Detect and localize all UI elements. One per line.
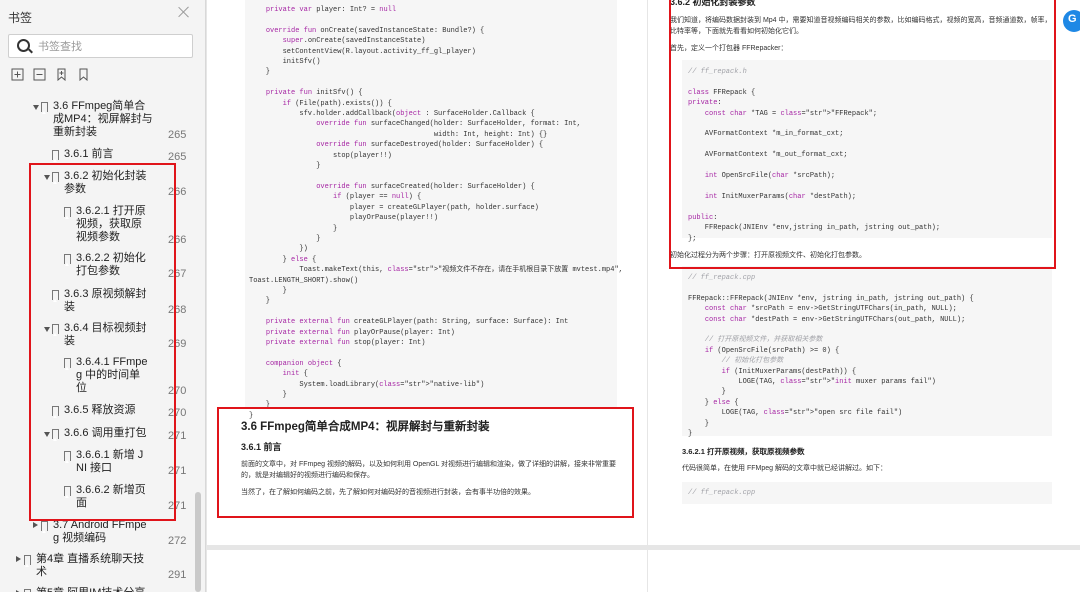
bookmark-label: 第4章 直播系统聊天技 术 bbox=[36, 553, 145, 578]
bookmark-label: 3.6.1 前言 bbox=[64, 148, 114, 160]
collapse-arrow-icon[interactable] bbox=[33, 105, 39, 110]
bookmark-icon bbox=[24, 555, 31, 567]
bookmark-page-number: 265 bbox=[168, 129, 187, 141]
subsection-paragraph: 代码很简单，在使用 FFMpeg 解码的文章中就已经讲解过。如下： bbox=[682, 465, 887, 472]
bookmark-icon bbox=[41, 102, 48, 114]
document-page-next-right bbox=[648, 550, 1080, 592]
bookmark-search[interactable] bbox=[8, 34, 193, 58]
bookmarks-header: 书签 bbox=[0, 0, 205, 30]
bookmark-search-input[interactable] bbox=[36, 38, 190, 56]
document-page-next-left bbox=[207, 550, 647, 592]
kotlin-code: private var player: Int? = null override… bbox=[249, 6, 623, 420]
bookmark-item[interactable]: 3.6 FFmpeg简单合 成MP4：视屏解封与 重新封装 265 bbox=[0, 100, 190, 141]
highlight-box bbox=[217, 407, 634, 518]
add-bookmark-icon[interactable] bbox=[55, 68, 68, 81]
assistant-icon[interactable]: G bbox=[1063, 10, 1080, 32]
search-icon bbox=[17, 39, 30, 52]
expand-arrow-icon[interactable] bbox=[16, 556, 21, 562]
collapse-all-icon[interactable] bbox=[33, 68, 46, 81]
bookmark-icon bbox=[41, 521, 48, 533]
scrollbar-thumb[interactable] bbox=[195, 492, 201, 592]
bookmark-icon[interactable] bbox=[77, 68, 90, 81]
highlight-box bbox=[669, 0, 1056, 269]
cpp-code-comment: // ff_repack.cpp bbox=[688, 489, 756, 497]
bookmark-label: 3.7 Android FFmpe g 视频编码 bbox=[53, 519, 147, 544]
expand-all-icon[interactable] bbox=[11, 68, 24, 81]
bookmark-item[interactable]: 第5章 阿里IM技术分享 bbox=[0, 587, 190, 592]
bookmark-page-number: 272 bbox=[168, 535, 187, 547]
highlight-box bbox=[29, 163, 176, 521]
bookmark-label: 3.6 FFmpeg简单合 成MP4：视屏解封与 重新封装 bbox=[53, 100, 153, 138]
bookmark-label: 第5章 阿里IM技术分享 bbox=[36, 587, 145, 592]
bookmark-item[interactable]: 第4章 直播系统聊天技 术 291 bbox=[0, 553, 190, 583]
bookmark-icon bbox=[52, 150, 59, 162]
bookmark-item[interactable]: 3.7 Android FFmpe g 视频编码 272 bbox=[0, 519, 190, 549]
bookmark-page-number: 291 bbox=[168, 569, 187, 581]
bookmarks-title: 书签 bbox=[8, 11, 33, 25]
subsection-heading: 3.6.2.1 打开原视频，获取原视频参数 bbox=[682, 447, 805, 456]
cpp-code: // ff_repack.cpp FFRepack::FFRepack(JNIE… bbox=[688, 274, 974, 439]
expand-arrow-icon[interactable] bbox=[33, 522, 38, 528]
close-icon[interactable] bbox=[178, 6, 190, 18]
